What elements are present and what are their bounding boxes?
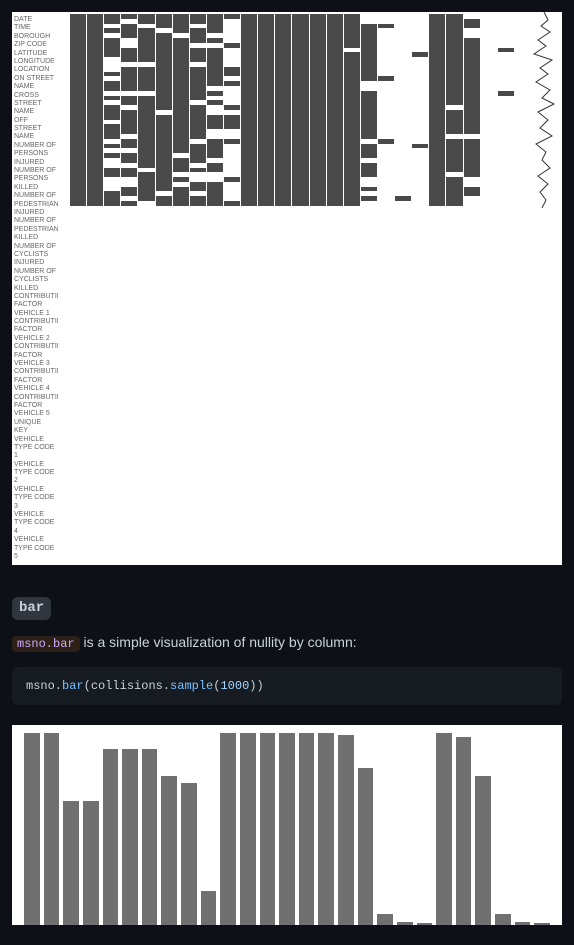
bar xyxy=(318,733,334,925)
bar xyxy=(358,768,374,925)
bar-desc-text: is a simple visualization of nullity by … xyxy=(80,634,357,650)
bar xyxy=(240,733,256,925)
code-token: collisions xyxy=(91,679,163,693)
bar xyxy=(377,914,393,926)
bar xyxy=(103,749,119,926)
bar xyxy=(279,733,295,925)
matrix-ylabels: DATE TIME BOROUGH ZIP CODE LATITUDE LONG… xyxy=(12,12,58,565)
bar xyxy=(63,801,79,926)
bar xyxy=(24,733,40,925)
bar xyxy=(397,922,413,926)
sparkline xyxy=(526,12,562,208)
code-block[interactable]: msno.bar(collisions.sample(1000)) xyxy=(12,667,562,705)
code-token: ( xyxy=(84,679,91,693)
code-token: msno. xyxy=(26,679,62,693)
code-token: )) xyxy=(249,679,263,693)
code-token: ( xyxy=(213,679,220,693)
bar xyxy=(220,733,236,925)
bar xyxy=(338,735,354,925)
bar xyxy=(201,891,217,926)
code-token: 1000 xyxy=(220,679,249,693)
bar xyxy=(142,749,158,926)
bar xyxy=(534,923,550,925)
bar xyxy=(475,776,491,926)
code-token: sample xyxy=(170,679,213,693)
code-token: . xyxy=(163,679,170,693)
bar xyxy=(44,733,60,925)
bar xyxy=(299,733,315,925)
bar-description: msno.bar is a simple visualization of nu… xyxy=(12,632,562,653)
matrix-figure: DATE TIME BOROUGH ZIP CODE LATITUDE LONG… xyxy=(12,12,562,565)
bar xyxy=(161,776,177,926)
bar xyxy=(515,922,531,926)
bar xyxy=(83,801,99,926)
section-heading-bar: bar xyxy=(12,597,51,620)
bar xyxy=(417,923,433,925)
bar xyxy=(122,749,138,926)
bar xyxy=(436,733,452,925)
code-token: bar xyxy=(62,679,84,693)
bar-figure xyxy=(12,725,562,925)
bar xyxy=(181,783,197,925)
bar xyxy=(260,733,276,925)
bar xyxy=(495,914,511,926)
bar xyxy=(456,737,472,925)
inline-code-msno-bar: msno.bar xyxy=(12,636,80,652)
nullity-matrix xyxy=(68,12,516,208)
